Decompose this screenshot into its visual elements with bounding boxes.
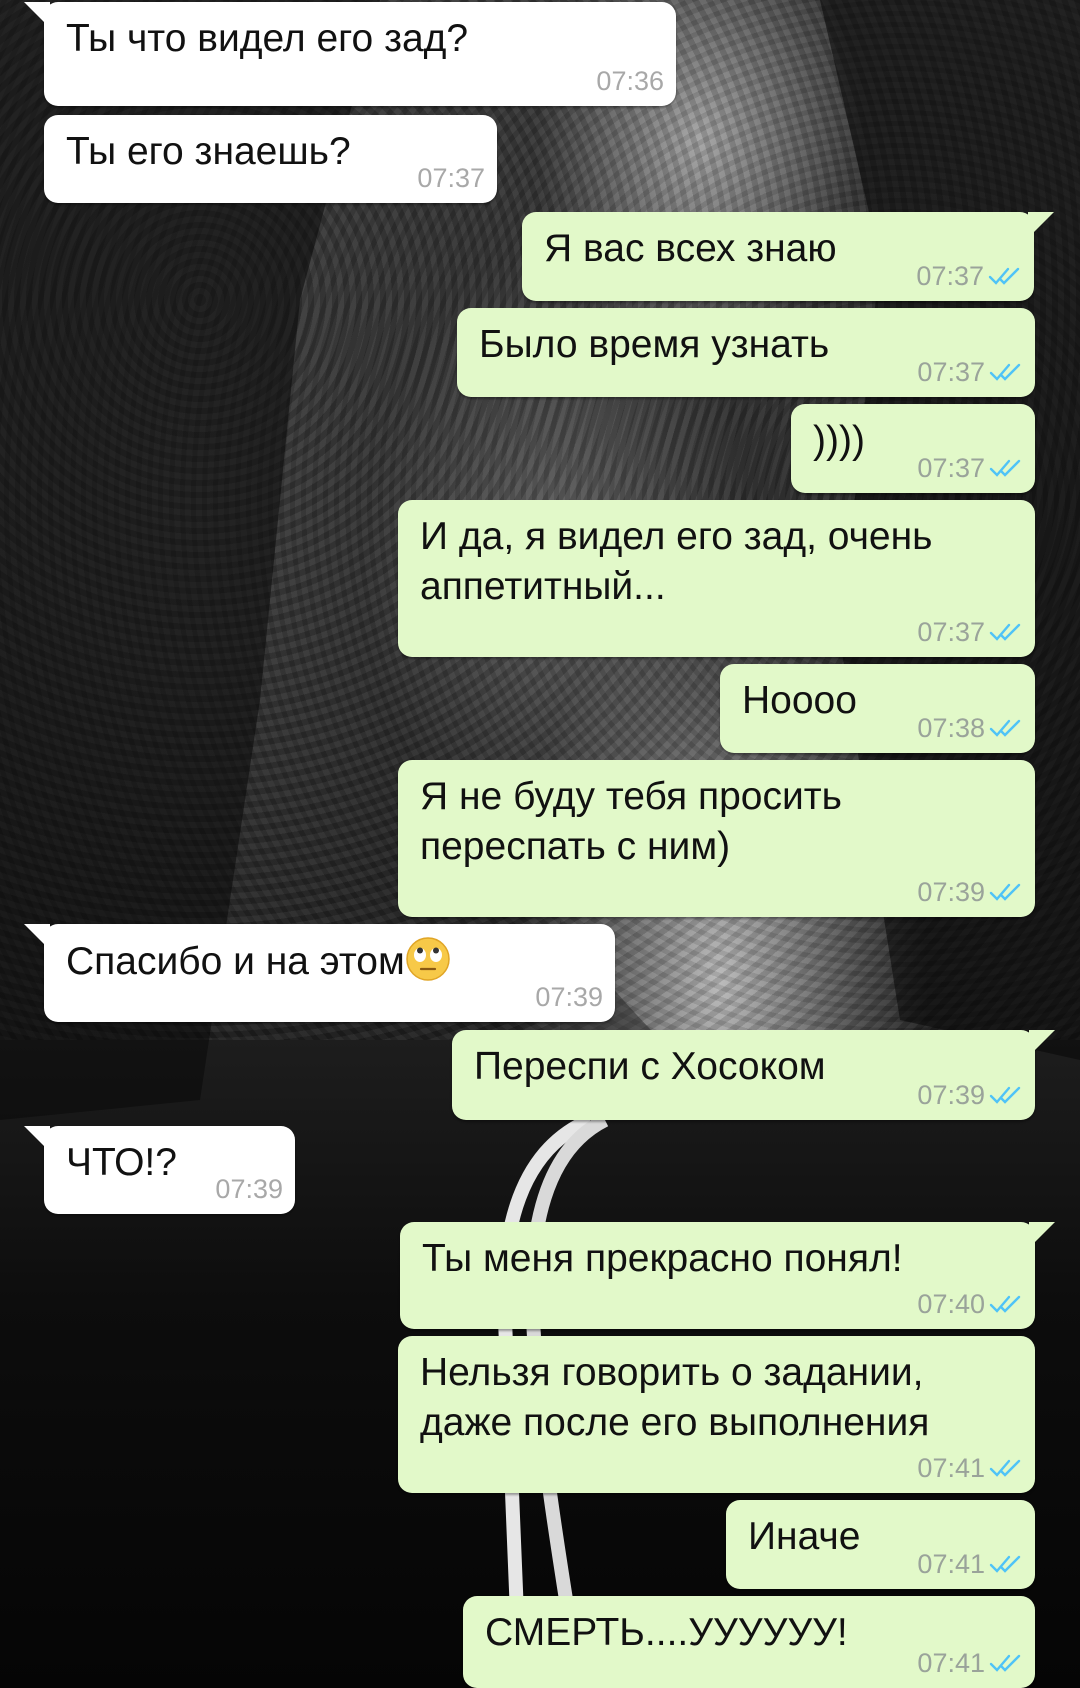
message-meta: 07:38 xyxy=(917,713,1023,743)
message-text: Ты меня прекрасно понял! xyxy=(422,1237,903,1280)
message-text: аппетитный... xyxy=(420,565,666,608)
message-meta: 07:36 xyxy=(596,66,664,96)
message-timestamp: 07:37 xyxy=(417,163,485,193)
message-text: СМЕРТЬ....УУУУУУ! xyxy=(485,1611,848,1654)
message-timestamp: 07:37 xyxy=(917,357,985,387)
read-ticks-icon xyxy=(989,1086,1021,1104)
message-meta: 07:37 xyxy=(417,163,485,193)
message-timestamp: 07:41 xyxy=(917,1648,985,1678)
message-text: Я вас всех знаю xyxy=(544,227,837,270)
message-meta: 07:37 xyxy=(917,453,1023,483)
message-text: )))) xyxy=(813,419,865,462)
message-list[interactable]: Ты что видел его зад? 07:36 Ты его знаешь?… xyxy=(0,0,1080,1688)
read-ticks-icon xyxy=(989,623,1021,641)
message-timestamp: 07:39 xyxy=(215,1174,283,1204)
eye-roll-emoji-icon xyxy=(406,937,450,981)
message-timestamp: 07:37 xyxy=(917,617,985,647)
outgoing-message-bubble[interactable]: Иначе 07:41 xyxy=(726,1500,1035,1589)
message-text: Спасибо и на этом xyxy=(66,936,451,987)
message-text: даже после его выполнения xyxy=(420,1401,930,1444)
read-ticks-icon xyxy=(989,883,1021,901)
message-text: ЧТО!? xyxy=(66,1141,177,1184)
message-meta: 07:41 xyxy=(917,1648,1023,1678)
outgoing-message-bubble[interactable]: )))) 07:37 xyxy=(791,404,1035,493)
incoming-message-bubble[interactable]: ЧТО!? 07:39 xyxy=(24,1126,295,1214)
outgoing-message-bubble[interactable]: Нельзя говорить о задании, даже после его… xyxy=(398,1336,1035,1493)
message-text: Иначе xyxy=(748,1515,861,1558)
message-meta: 07:39 xyxy=(917,1080,1023,1110)
message-meta: 07:41 xyxy=(917,1549,1023,1579)
outgoing-message-bubble[interactable]: Нoooo 07:38 xyxy=(720,664,1035,753)
incoming-message-bubble[interactable]: Ты что видел его зад? 07:36 xyxy=(24,2,676,106)
message-timestamp: 07:39 xyxy=(917,1080,985,1110)
read-ticks-icon xyxy=(989,459,1021,477)
outgoing-message-bubble[interactable]: СМЕРТЬ....УУУУУУ! 07:41 xyxy=(463,1596,1035,1688)
message-meta: 07:39 xyxy=(215,1174,283,1204)
message-timestamp: 07:41 xyxy=(917,1549,985,1579)
outgoing-message-bubble[interactable]: Переспи с Хосоком 07:39 xyxy=(452,1030,1055,1120)
message-text: И да, я видел его зад, очень xyxy=(420,515,933,558)
message-timestamp: 07:37 xyxy=(917,453,985,483)
message-text: Ты его знаешь? xyxy=(66,130,351,173)
message-timestamp: 07:41 xyxy=(917,1453,985,1483)
message-timestamp: 07:37 xyxy=(916,261,984,291)
read-ticks-icon xyxy=(989,719,1021,737)
message-timestamp: 07:40 xyxy=(917,1289,985,1319)
outgoing-message-bubble[interactable]: Я не буду тебя просить переспать с ним) 07… xyxy=(398,760,1035,917)
message-meta: 07:39 xyxy=(917,877,1023,907)
message-timestamp: 07:39 xyxy=(917,877,985,907)
read-ticks-icon xyxy=(988,267,1020,285)
read-ticks-icon xyxy=(989,1459,1021,1477)
message-timestamp: 07:36 xyxy=(596,66,664,96)
outgoing-message-bubble[interactable]: Было время узнать 07:37 xyxy=(457,308,1035,397)
incoming-message-bubble[interactable]: Ты его знаешь? 07:37 xyxy=(44,115,497,203)
outgoing-message-bubble[interactable]: И да, я видел его зад, очень аппетитный..… xyxy=(398,500,1035,657)
message-text: Было время узнать xyxy=(479,323,830,366)
message-meta: 07:37 xyxy=(917,617,1023,647)
message-timestamp: 07:38 xyxy=(917,713,985,743)
read-ticks-icon xyxy=(989,363,1021,381)
message-meta: 07:37 xyxy=(916,261,1022,291)
message-meta: 07:41 xyxy=(917,1453,1023,1483)
message-meta: 07:37 xyxy=(917,357,1023,387)
message-text: Нельзя говорить о задании, xyxy=(420,1351,924,1394)
outgoing-message-bubble[interactable]: Я вас всех знаю 07:37 xyxy=(522,212,1054,301)
read-ticks-icon xyxy=(989,1295,1021,1313)
incoming-message-bubble[interactable]: Спасибо и на этом 07:39 xyxy=(24,924,615,1022)
outgoing-message-bubble[interactable]: Ты меня прекрасно понял! 07:40 xyxy=(400,1222,1055,1329)
message-meta: 07:39 xyxy=(535,982,603,1012)
message-text: Я не буду тебя просить xyxy=(420,775,842,818)
message-meta: 07:40 xyxy=(917,1289,1023,1319)
message-text: Ты что видел его зад? xyxy=(66,17,469,60)
message-text: Нoooo xyxy=(742,679,857,722)
message-text: Переспи с Хосоком xyxy=(474,1045,826,1088)
message-text: переспать с ним) xyxy=(420,825,731,868)
message-timestamp: 07:39 xyxy=(535,982,603,1012)
read-ticks-icon xyxy=(989,1654,1021,1672)
read-ticks-icon xyxy=(989,1555,1021,1573)
